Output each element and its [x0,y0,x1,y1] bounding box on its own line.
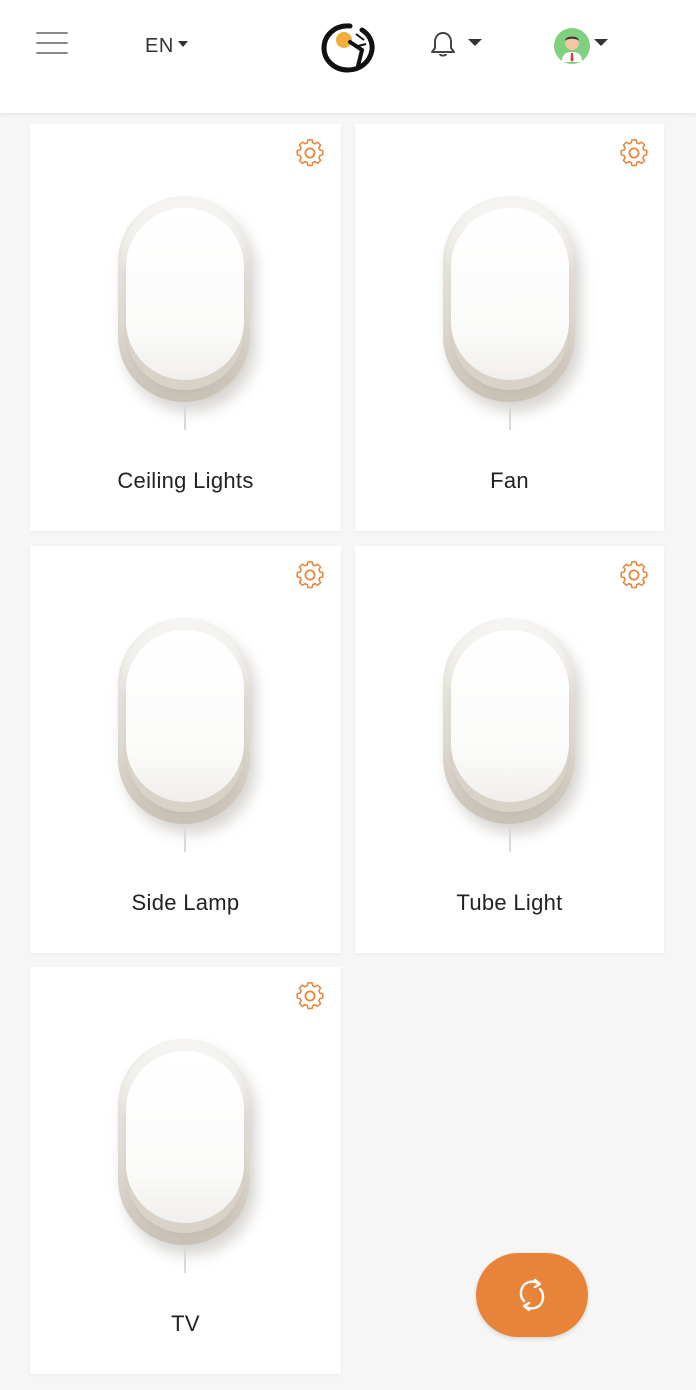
device-card-side-lamp: 0 Side Lamp [30,546,341,953]
chevron-down-icon [177,41,188,47]
switch-rocker [126,208,244,380]
hamburger-menu-icon[interactable] [36,30,70,56]
toggle-switch[interactable] [118,1039,250,1245]
language-label: EN [145,34,174,57]
toggle-switch[interactable] [118,196,250,402]
app-logo [320,22,376,74]
switch-rocker [126,1051,244,1223]
device-card-tv: 0 TV [30,967,341,1374]
gear-icon[interactable] [295,560,325,590]
off-indicator [509,406,511,430]
chevron-down-icon [468,38,482,46]
notifications-button[interactable] [430,30,482,58]
profile-menu[interactable] [554,28,608,64]
user-avatar [554,28,590,64]
device-name: Side Lamp [131,890,240,915]
off-indicator [184,1249,186,1273]
bell-icon [431,32,455,57]
toggle-switch[interactable] [118,618,250,824]
off-indicator [184,828,186,852]
switch-rocker [451,208,569,380]
device-name: TV [171,1311,200,1336]
device-name: Fan [490,468,529,493]
device-name: Ceiling Lights [117,468,254,493]
gear-icon[interactable] [295,981,325,1011]
switch-rocker [126,630,244,802]
refresh-icon [519,1278,545,1312]
chevron-down-icon [594,38,608,46]
top-header: EN [0,0,696,113]
gear-icon[interactable] [619,138,649,168]
device-name: Tube Light [456,890,563,915]
device-card-ceiling-lights: 0 Ceiling Lights [30,124,341,531]
off-indicator [509,828,511,852]
off-indicator [184,406,186,430]
gear-icon[interactable] [619,560,649,590]
toggle-switch[interactable] [443,618,575,824]
refresh-button[interactable] [476,1253,588,1337]
device-card-fan: 0 Fan [355,124,664,531]
language-selector[interactable]: EN [145,34,188,58]
device-card-tube-light: 0 Tube Light [355,546,664,953]
gear-icon[interactable] [295,138,325,168]
switch-rocker [451,630,569,802]
toggle-switch[interactable] [443,196,575,402]
